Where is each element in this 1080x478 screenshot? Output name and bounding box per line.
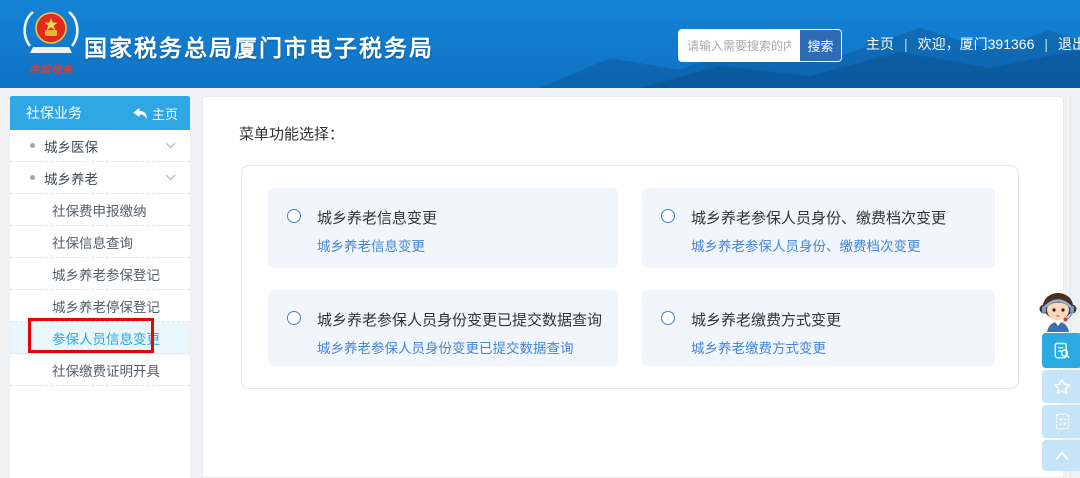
radio-pension-info-change[interactable]: [287, 209, 301, 223]
option-card-payment-method-change: 城乡养老缴费方式变更 城乡养老缴费方式变更: [642, 290, 995, 366]
radio-payment-method-change[interactable]: [661, 311, 675, 325]
options-container: 城乡养老信息变更 城乡养老信息变更 城乡养老参保人员身份、缴费档次变更 城乡养老…: [241, 165, 1019, 389]
bullet-icon: [30, 175, 35, 180]
sidebar-title: 社保业务: [26, 103, 82, 123]
national-emblem-icon: [20, 6, 82, 58]
option-title: 城乡养老参保人员身份变更已提交数据查询: [317, 309, 602, 330]
option-link[interactable]: 城乡养老参保人员身份变更已提交数据查询: [317, 337, 574, 357]
option-card-identity-level-change: 城乡养老参保人员身份、缴费档次变更 城乡养老参保人员身份、缴费档次变更: [642, 188, 995, 268]
nav-separator: |: [1044, 36, 1048, 52]
search-input[interactable]: [679, 30, 799, 61]
site-search: 搜索: [678, 29, 842, 62]
nav-logout-link[interactable]: 退出: [1058, 34, 1080, 54]
sidebar-item-fee-declaration[interactable]: 社保费申报缴纳: [10, 194, 190, 226]
welcome-text: 欢迎，厦门391366: [918, 34, 1035, 54]
sidebar-item-pension[interactable]: 城乡养老: [10, 162, 190, 194]
document-search-button[interactable]: [1042, 333, 1080, 368]
sidebar-item-member-info-change[interactable]: 参保人员信息变更: [10, 322, 190, 354]
bullet-icon: [30, 143, 35, 148]
calculator-button[interactable]: [1042, 405, 1080, 438]
option-card-submitted-data-query: 城乡养老参保人员身份变更已提交数据查询 城乡养老参保人员身份变更已提交数据查询: [268, 290, 618, 366]
sidebar-item-medical-insurance[interactable]: 城乡医保: [10, 130, 190, 162]
option-link[interactable]: 城乡养老信息变更: [317, 235, 425, 255]
favorite-star-icon: [1052, 377, 1072, 397]
nav-separator: |: [904, 36, 908, 52]
back-arrow-icon: [133, 108, 147, 119]
chevron-down-icon: [165, 142, 176, 149]
site-title: 国家税务总局厦门市电子税务局: [84, 29, 434, 63]
option-title: 城乡养老参保人员身份、缴费档次变更: [691, 207, 946, 228]
option-card-pension-info-change: 城乡养老信息变更 城乡养老信息变更: [268, 188, 618, 268]
search-button[interactable]: 搜索: [799, 30, 841, 61]
section-label: 菜单功能选择：: [239, 123, 344, 144]
radio-identity-level-change[interactable]: [661, 209, 675, 223]
sidebar-item-info-query[interactable]: 社保信息查询: [10, 226, 190, 258]
tax-bureau-emblem: 中国税务: [20, 6, 82, 76]
option-link[interactable]: 城乡养老参保人员身份、缴费档次变更: [691, 235, 921, 255]
sidebar-item-pension-enroll[interactable]: 城乡养老参保登记: [10, 258, 190, 290]
back-to-top-button[interactable]: [1042, 440, 1080, 471]
option-link[interactable]: 城乡养老缴费方式变更: [691, 337, 826, 357]
option-title: 城乡养老缴费方式变更: [691, 309, 841, 330]
main-content-panel: 菜单功能选择： 城乡养老信息变更 城乡养老信息变更 城乡养老参保人员身份、缴费档…: [202, 96, 1064, 478]
document-search-icon: [1052, 341, 1072, 361]
option-title: 城乡养老信息变更: [317, 207, 437, 228]
nav-home-link[interactable]: 主页: [866, 34, 894, 54]
sidebar-item-pension-stop[interactable]: 城乡养老停保登记: [10, 290, 190, 322]
radio-submitted-data-query[interactable]: [287, 311, 301, 325]
sidebar-item-payment-certificate[interactable]: 社保缴费证明开具: [10, 354, 190, 386]
favorite-button[interactable]: [1042, 370, 1080, 403]
customer-service-avatar[interactable]: [1036, 289, 1080, 333]
header-nav: 主页 | 欢迎，厦门391366 | 退出: [866, 0, 1080, 88]
sidebar: 社保业务 主页 城乡医保 城乡养老 社保费申报缴纳 社保信息查询 城乡养老参保登…: [10, 96, 190, 478]
back-to-top-icon: [1052, 448, 1072, 464]
sidebar-header: 社保业务 主页: [10, 96, 190, 130]
sidebar-home-link[interactable]: 主页: [133, 104, 178, 123]
page-header: 中国税务 国家税务总局厦门市电子税务局 搜索 主页 | 欢迎，厦门391366 …: [0, 0, 1080, 88]
logo-caption: 中国税务: [20, 61, 82, 76]
calculator-icon: [1053, 412, 1072, 431]
chevron-down-icon: [165, 174, 176, 181]
